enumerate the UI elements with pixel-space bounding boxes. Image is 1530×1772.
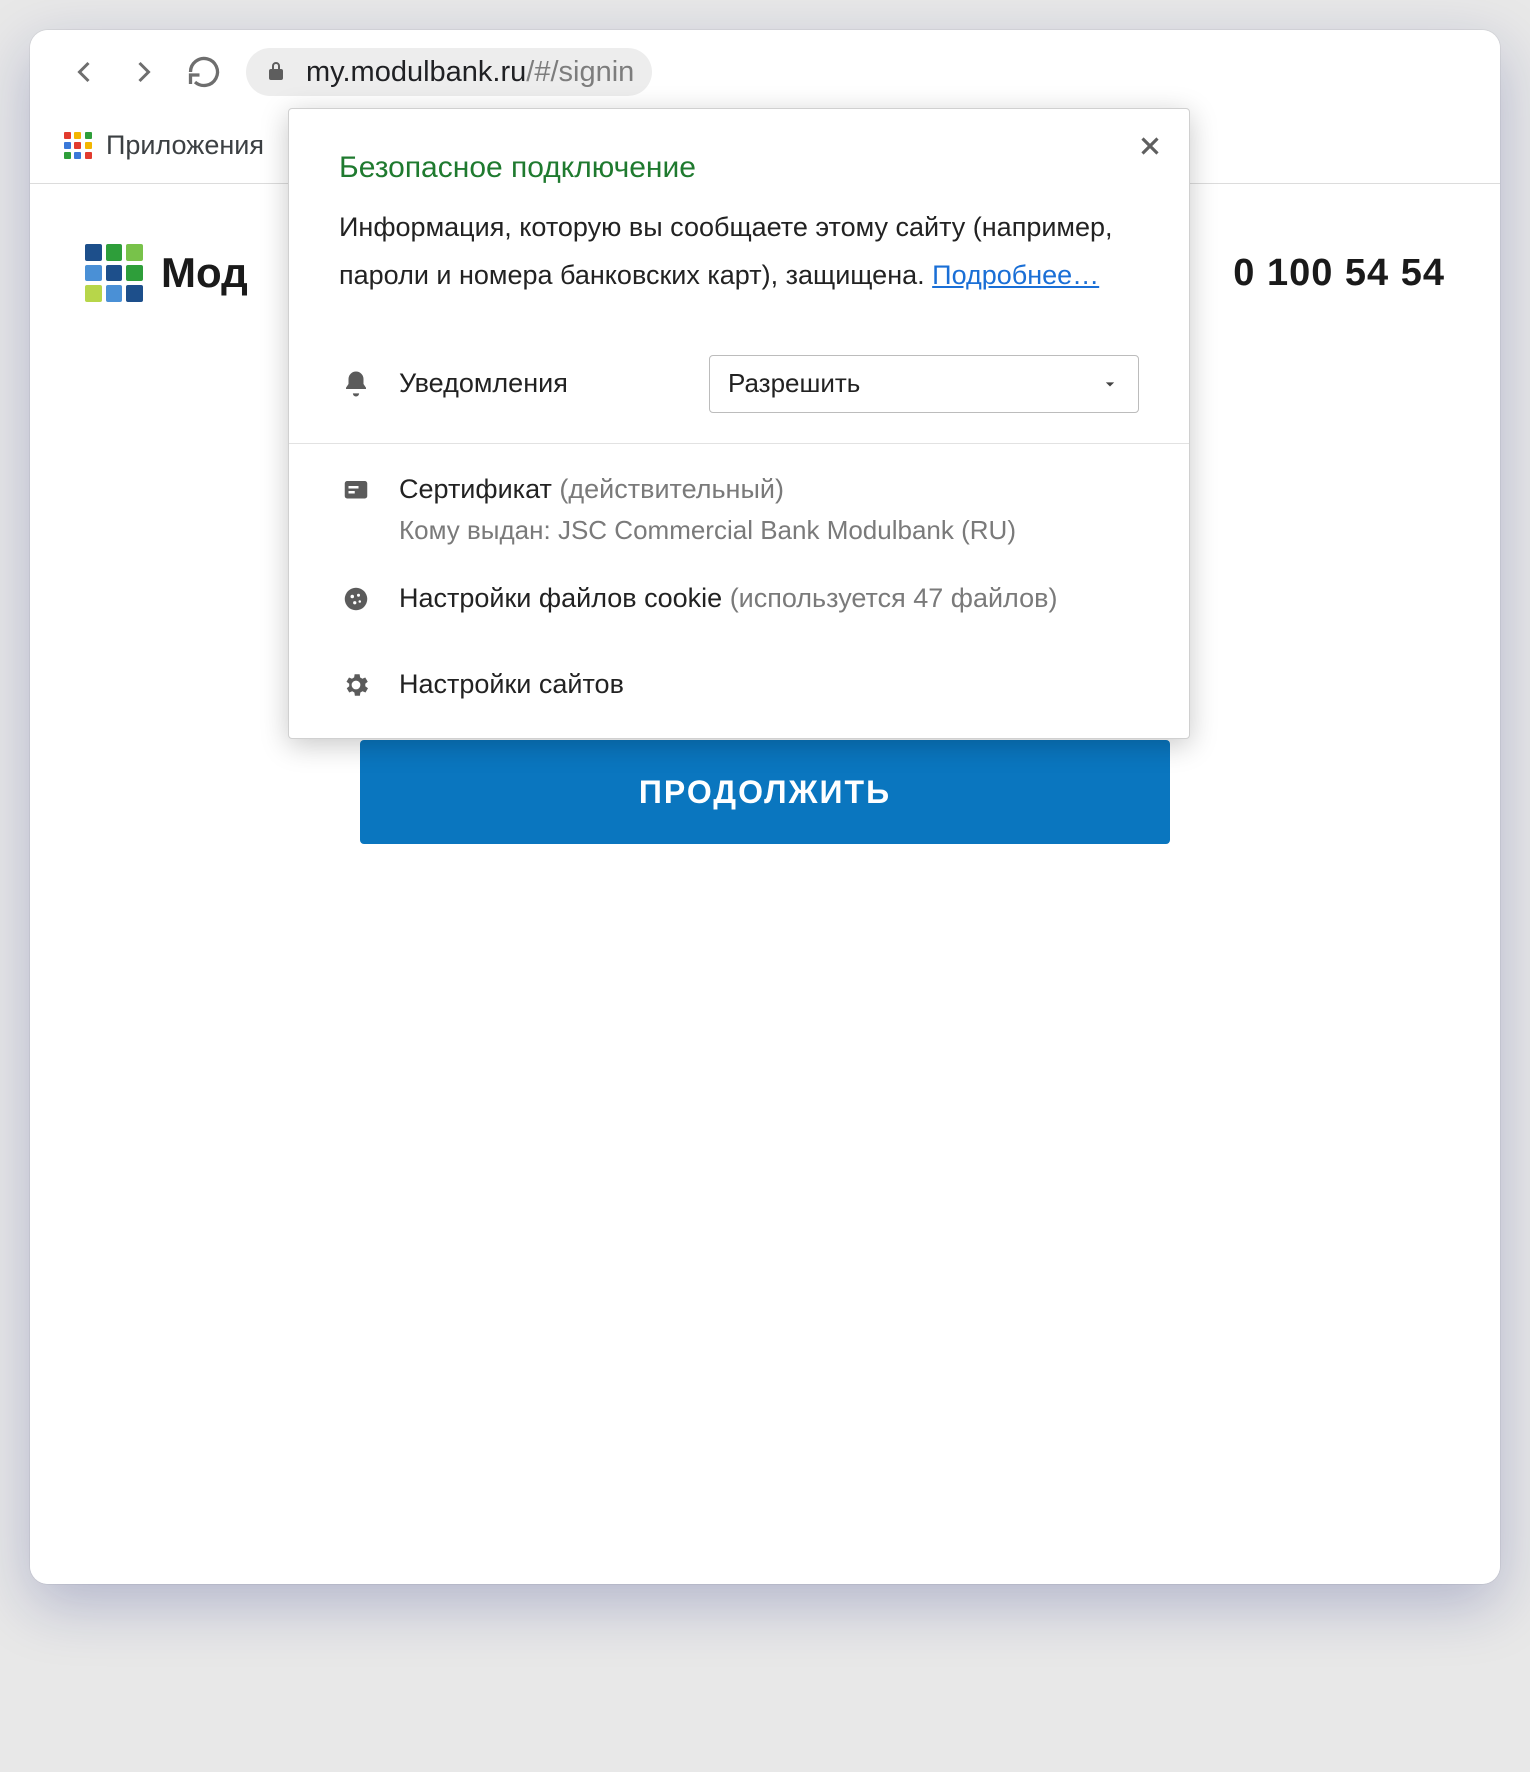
notifications-row: Уведомления Разрешить xyxy=(289,325,1189,443)
popover-header: Безопасное подключение Информация, котор… xyxy=(289,109,1189,325)
browser-toolbar: my.modulbank.ru/#/signin xyxy=(30,30,1500,110)
apps-label[interactable]: Приложения xyxy=(106,130,264,161)
support-phone[interactable]: 0 100 54 54 xyxy=(1233,252,1445,295)
cookies-status: (используется 47 файлов) xyxy=(730,583,1058,613)
gear-icon xyxy=(339,668,373,702)
bell-icon xyxy=(339,367,373,401)
close-button[interactable] xyxy=(1135,131,1165,166)
brand: Мод xyxy=(85,244,248,302)
certificate-status: (действительный) xyxy=(559,474,784,504)
site-info-popover: Безопасное подключение Информация, котор… xyxy=(288,108,1190,739)
certificate-label: Сертификат (действительный) xyxy=(399,474,1016,505)
url-host: my.modulbank.ru xyxy=(306,56,526,89)
apps-icon[interactable] xyxy=(64,132,92,160)
popover-description: Информация, которую вы сообщаете этому с… xyxy=(339,207,1139,297)
forward-button[interactable] xyxy=(126,54,162,90)
cookie-icon xyxy=(339,582,373,616)
brand-name: Мод xyxy=(161,249,248,297)
reload-button[interactable] xyxy=(186,54,222,90)
continue-button[interactable]: ПРОДОЛЖИТЬ xyxy=(360,740,1170,844)
address-bar[interactable]: my.modulbank.ru/#/signin xyxy=(246,48,652,96)
back-button[interactable] xyxy=(66,54,102,90)
chevron-down-icon xyxy=(1100,374,1120,394)
url-text: my.modulbank.ru/#/signin xyxy=(306,56,634,89)
site-settings-label: Настройки сайтов xyxy=(399,669,624,700)
cookies-label: Настройки файлов cookie (используется 47… xyxy=(399,583,1057,614)
site-settings-row[interactable]: Настройки сайтов xyxy=(289,642,1189,728)
certificate-row[interactable]: Сертификат (действительный) Кому выдан: … xyxy=(289,443,1189,556)
learn-more-link[interactable]: Подробнее… xyxy=(932,255,1099,297)
certificate-icon xyxy=(339,474,373,508)
certificate-issued-to: Кому выдан: JSC Commercial Bank Modulban… xyxy=(399,515,1016,546)
brand-logo-icon xyxy=(85,244,143,302)
notifications-value: Разрешить xyxy=(728,368,860,399)
browser-window: my.modulbank.ru/#/signin Приложения Мод … xyxy=(30,30,1500,1584)
cookies-row[interactable]: Настройки файлов cookie (используется 47… xyxy=(289,556,1189,642)
url-path: /#/signin xyxy=(526,56,634,89)
notifications-label: Уведомления xyxy=(399,368,568,399)
popover-title: Безопасное подключение xyxy=(339,151,1139,185)
notifications-select[interactable]: Разрешить xyxy=(709,355,1139,413)
lock-icon[interactable] xyxy=(256,52,296,92)
